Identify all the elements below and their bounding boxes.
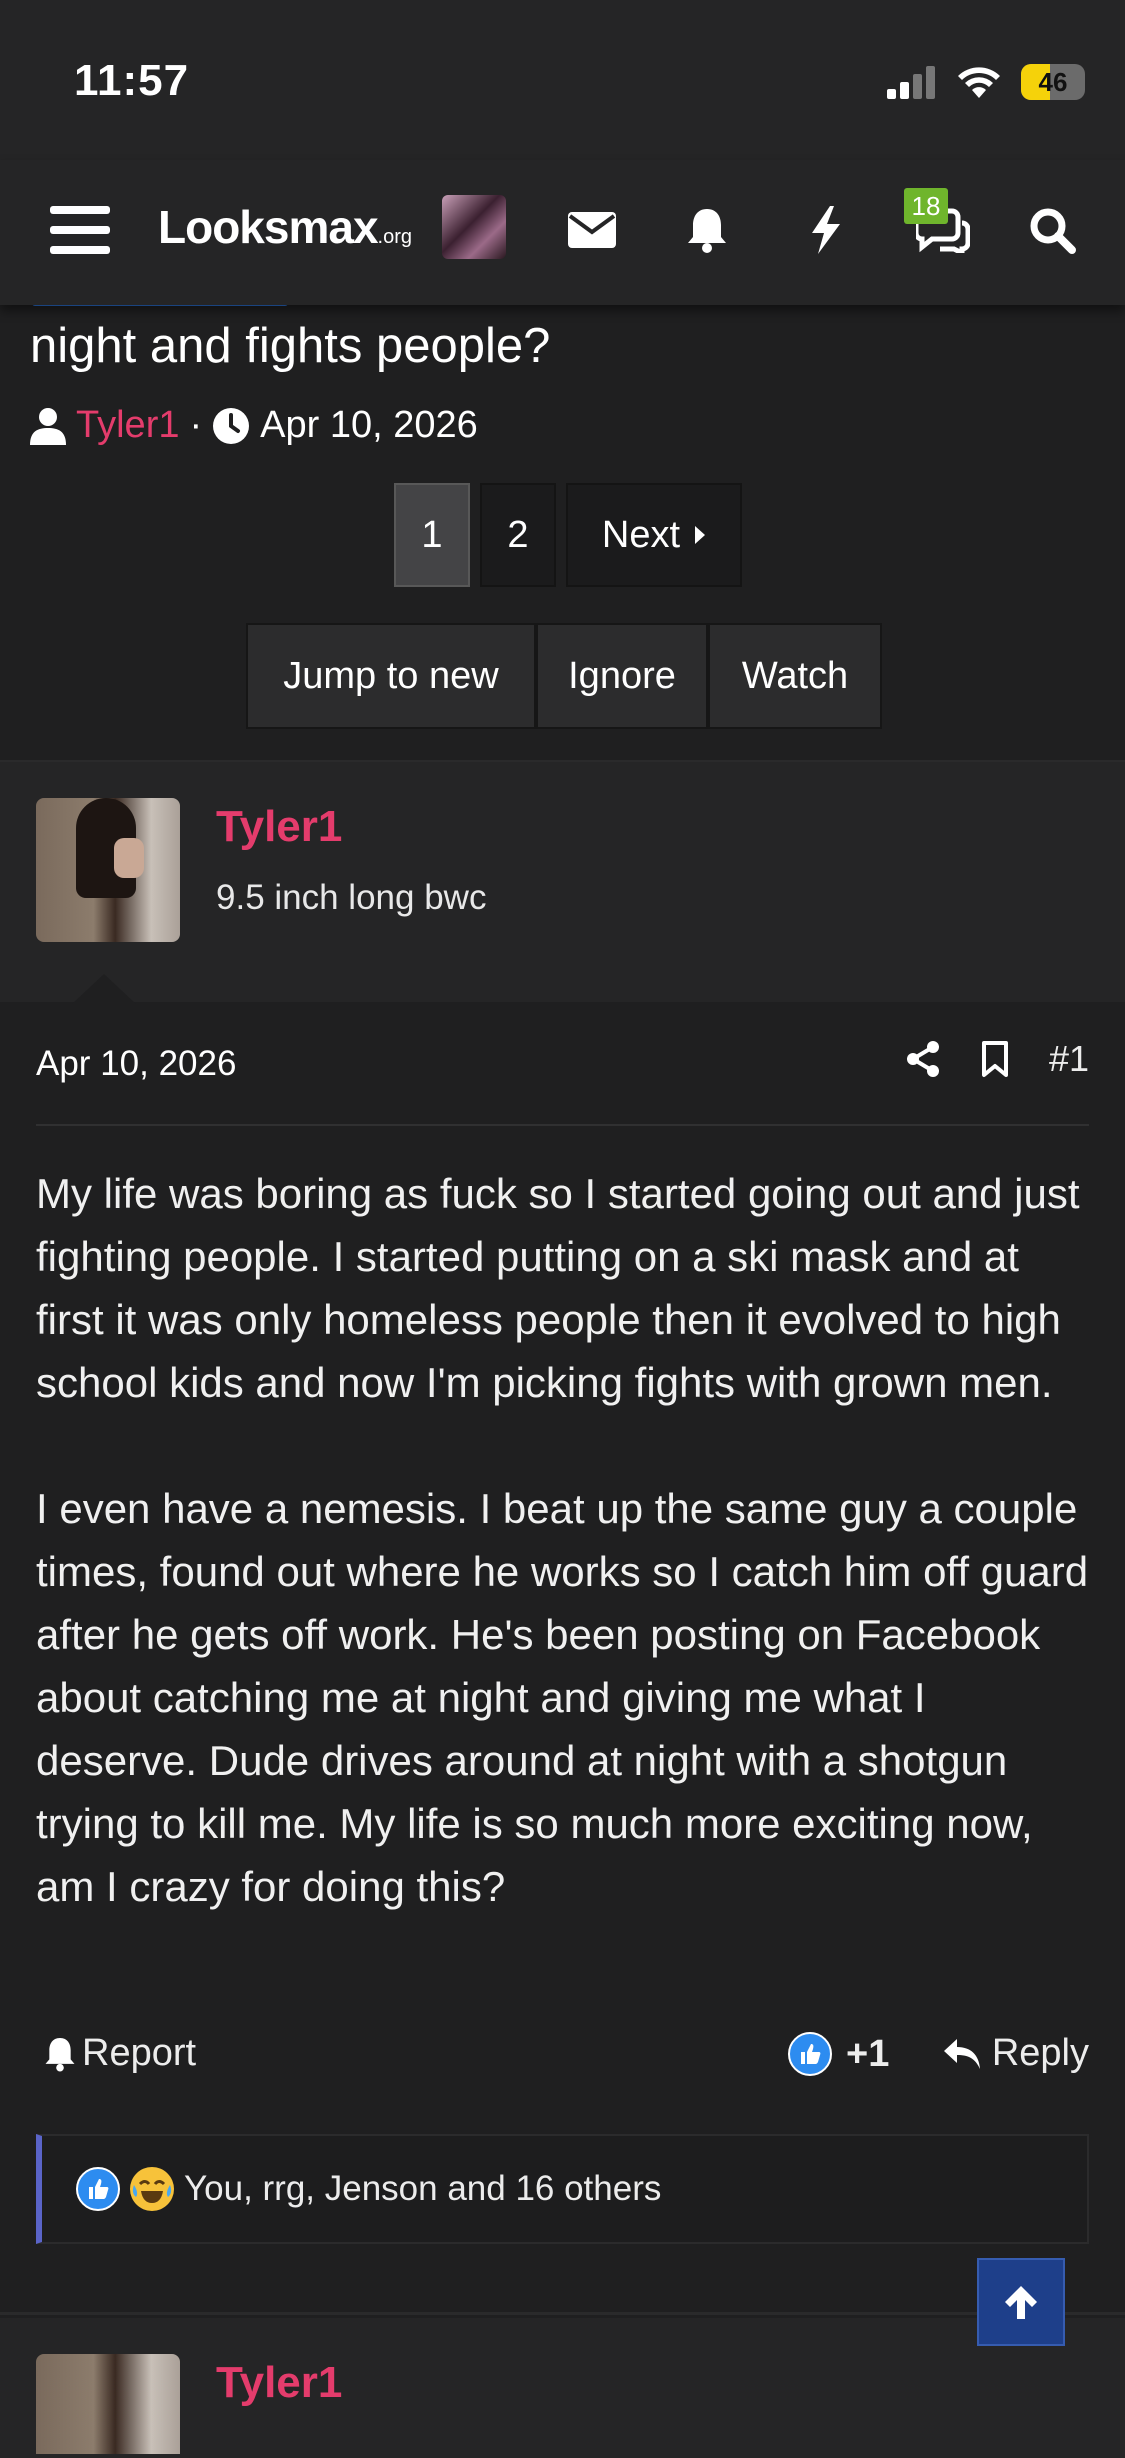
wifi-icon bbox=[958, 67, 1000, 98]
next-post-user-header: Tyler1 bbox=[0, 2318, 1125, 2458]
post-author-title: 9.5 inch long bwc bbox=[216, 878, 487, 917]
reactions-bar[interactable]: You, rrg, Jenson and 16 others bbox=[36, 2134, 1089, 2244]
conversations-badge: 18 bbox=[904, 188, 948, 224]
post-separator bbox=[0, 2312, 1125, 2315]
post-header-notch bbox=[72, 974, 136, 1004]
post-meta-divider bbox=[36, 1124, 1089, 1126]
like-button[interactable]: +1 bbox=[788, 2032, 889, 2076]
page-1-button[interactable]: 1 bbox=[394, 483, 470, 587]
ignore-button[interactable]: Ignore bbox=[536, 623, 708, 729]
user-avatar[interactable] bbox=[442, 195, 506, 259]
like-reaction-icon bbox=[76, 2167, 120, 2211]
battery-percent: 46 bbox=[1038, 66, 1068, 97]
arrow-up-icon bbox=[1005, 2286, 1037, 2319]
envelope-icon bbox=[568, 212, 616, 248]
thread-title: night and fights people? bbox=[30, 319, 551, 373]
battery-indicator: 46 bbox=[1021, 64, 1085, 100]
next-post-author-avatar[interactable] bbox=[36, 2354, 180, 2454]
reply-arrow-icon bbox=[943, 2038, 980, 2069]
pagination: 1 2 Next bbox=[394, 483, 742, 587]
next-page-button[interactable]: Next bbox=[566, 483, 742, 587]
menu-button[interactable] bbox=[40, 190, 120, 270]
whats-new-button[interactable] bbox=[786, 190, 866, 270]
next-post-author-name[interactable]: Tyler1 bbox=[216, 2358, 342, 2408]
bookmark-icon[interactable] bbox=[981, 1040, 1009, 1078]
user-icon bbox=[30, 407, 66, 445]
thread-meta: Tyler1 · Apr 10, 2026 bbox=[30, 404, 478, 447]
reply-button[interactable]: Reply bbox=[942, 2032, 1089, 2075]
reply-label: Reply bbox=[991, 2032, 1089, 2074]
top-navbar: Looksmax.org 18 bbox=[0, 160, 1125, 305]
thread-author-link[interactable]: Tyler1 bbox=[76, 404, 179, 447]
post-author-name[interactable]: Tyler1 bbox=[216, 802, 342, 852]
scroll-to-top-button[interactable] bbox=[977, 2258, 1065, 2346]
jump-to-new-button[interactable]: Jump to new bbox=[246, 623, 536, 729]
site-logo[interactable]: Looksmax.org bbox=[158, 200, 412, 254]
inbox-button[interactable] bbox=[552, 190, 632, 270]
page-2-button[interactable]: 2 bbox=[480, 483, 556, 587]
search-icon bbox=[1030, 208, 1076, 254]
logo-suffix: .org bbox=[377, 226, 412, 248]
meta-separator: · bbox=[189, 404, 203, 446]
search-button[interactable] bbox=[1012, 190, 1092, 270]
post-number[interactable]: #1 bbox=[1049, 1038, 1089, 1080]
status-indicators: 46 bbox=[887, 60, 1085, 104]
logo-text: Looksmax bbox=[158, 201, 379, 253]
post-date[interactable]: Apr 10, 2026 bbox=[36, 1044, 236, 1084]
post-user-header: Tyler1 9.5 inch long bwc bbox=[0, 762, 1125, 1002]
status-time: 11:57 bbox=[74, 56, 190, 105]
next-label: Next bbox=[601, 513, 681, 556]
post-body: My life was boring as fuck so I started … bbox=[36, 1162, 1096, 1981]
caret-right-icon bbox=[695, 526, 706, 544]
post-paragraph: My life was boring as fuck so I started … bbox=[36, 1170, 1080, 1406]
thumbs-up-icon bbox=[788, 2032, 832, 2076]
hamburger-icon bbox=[50, 206, 110, 254]
post-footer: Report +1 Reply bbox=[36, 2032, 1089, 2092]
post-paragraph: I even have a nemesis. I beat up the sam… bbox=[36, 1485, 1089, 1910]
cellular-signal-icon bbox=[887, 66, 935, 99]
thread-date: Apr 10, 2026 bbox=[260, 404, 478, 446]
reactions-summary[interactable]: You, rrg, Jenson and 16 others bbox=[184, 2169, 661, 2209]
status-bar: 11:57 46 bbox=[0, 0, 1125, 160]
laughing-crying-emoji-icon bbox=[130, 2167, 174, 2211]
watch-button[interactable]: Watch bbox=[708, 623, 882, 729]
post-tools: #1 bbox=[905, 1038, 1089, 1080]
post-author-avatar[interactable] bbox=[36, 798, 180, 942]
report-label: Report bbox=[82, 2032, 197, 2074]
bell-icon bbox=[688, 209, 726, 253]
like-label: +1 bbox=[846, 2032, 890, 2075]
bell-icon bbox=[45, 2037, 75, 2072]
lightning-icon bbox=[812, 206, 840, 254]
alerts-button[interactable] bbox=[667, 190, 747, 270]
clock-icon bbox=[213, 407, 250, 444]
share-icon[interactable] bbox=[905, 1040, 941, 1078]
report-button[interactable]: Report bbox=[44, 2032, 196, 2075]
thread-actions: Jump to new Ignore Watch bbox=[246, 623, 882, 729]
